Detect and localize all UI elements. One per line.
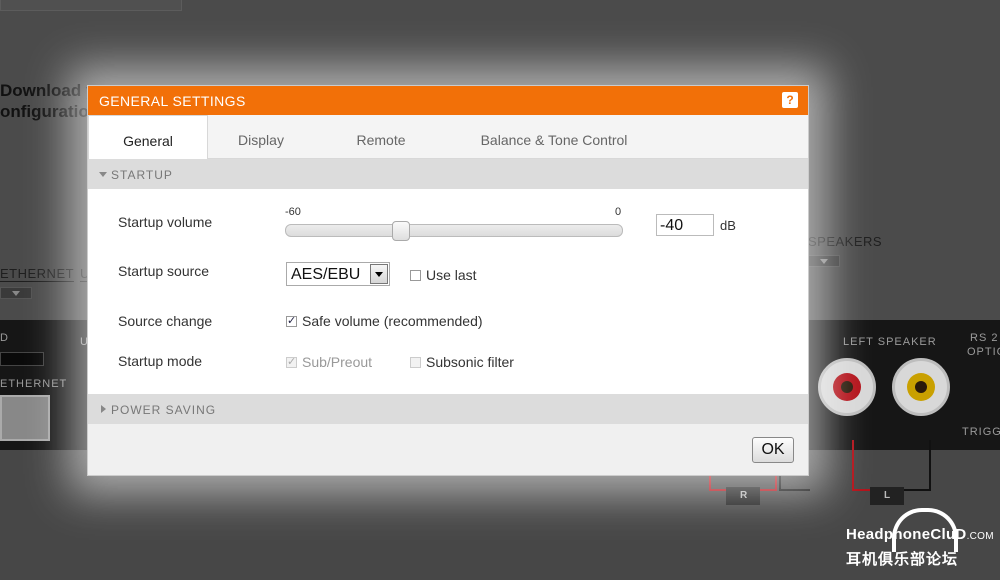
tab-remote[interactable]: Remote [326, 115, 436, 158]
slider-max-label: 0 [615, 206, 622, 218]
safe-volume-checkbox[interactable] [286, 314, 297, 327]
speaker-l-letter: L [884, 490, 891, 501]
help-icon[interactable]: ? [782, 92, 798, 108]
dialog-footer: OK [88, 424, 808, 475]
startup-source-value: AES/EBU [291, 266, 361, 283]
startup-volume-label: Startup volume [118, 214, 213, 230]
left-speaker-icon: L [870, 487, 904, 505]
speaker-r-letter: R [740, 490, 748, 501]
slider-thumb[interactable] [391, 221, 410, 241]
watermark-suffix: .COM [966, 531, 994, 542]
startup-volume-slider[interactable] [285, 224, 623, 237]
use-last-label: Use last [426, 267, 477, 283]
ethernet-label-top: ETHERNET [0, 266, 75, 282]
d-label: D [0, 332, 9, 344]
ethernet-slot [0, 352, 44, 366]
tab-balance-tone-control[interactable]: Balance & Tone Control [458, 115, 650, 158]
ok-button[interactable]: OK [752, 437, 794, 463]
tab-display[interactable]: Display [206, 115, 316, 158]
watermark-top: HeadphoneCluD.COM [846, 526, 994, 543]
collapse-arrow-icon [99, 172, 107, 177]
volume-unit-label: dB [720, 218, 736, 233]
watermark-logo: HeadphoneCluD.COM 耳机俱乐部论坛 [842, 508, 1000, 576]
power-saving-section-header[interactable]: POWER SAVING [88, 394, 808, 424]
subsonic-filter-label: Subsonic filter [426, 354, 514, 370]
watermark-chinese: 耳机俱乐部论坛 [846, 551, 959, 568]
trigg-label: TRIGG [962, 426, 1000, 438]
general-settings-dialog: GENERAL SETTINGS ? General Display Remot… [87, 85, 809, 476]
safe-volume-label: Safe volume (recommended) [302, 313, 483, 329]
speaker-jack-red [818, 358, 876, 416]
startup-volume-input[interactable]: -40 [656, 214, 714, 236]
watermark-site-name: HeadphoneCluD [846, 526, 967, 543]
dialog-title: GENERAL SETTINGS [99, 93, 246, 109]
source-change-label: Source change [118, 313, 213, 329]
use-last-checkbox[interactable] [410, 270, 421, 281]
sub-preout-label: Sub/Preout [302, 354, 373, 370]
speaker-jack-gold [892, 358, 950, 416]
settings-tabs: General Display Remote Balance & Tone Co… [88, 115, 808, 160]
speakers-label: SPEAKERS [808, 234, 883, 249]
subsonic-filter-checkbox[interactable] [410, 357, 421, 368]
ethernet-label-bottom: ETHERNET [0, 378, 68, 390]
expand-arrow-icon [101, 405, 106, 413]
chevron-down-icon[interactable] [370, 264, 388, 284]
ethernet-dropdown[interactable] [0, 287, 32, 299]
background-top-box [0, 0, 182, 11]
tab-general[interactable]: General [88, 115, 208, 160]
startup-source-select[interactable]: AES/EBU [286, 262, 390, 286]
optic-label: OPTIC [967, 346, 1000, 358]
sub-preout-checkbox[interactable] [286, 355, 297, 368]
startup-section-header[interactable]: STARTUP [88, 159, 808, 189]
startup-mode-label: Startup mode [118, 353, 203, 369]
ethernet-port-icon [0, 395, 50, 441]
rs-label: RS 2 [970, 332, 999, 344]
right-speaker-icon: R [726, 487, 760, 505]
dialog-titlebar: GENERAL SETTINGS ? [88, 86, 808, 115]
left-speaker-label: LEFT SPEAKER [843, 336, 937, 348]
speakers-dropdown[interactable] [808, 255, 840, 267]
slider-min-label: -60 [285, 206, 301, 218]
startup-source-label: Startup source [118, 263, 210, 279]
power-saving-header-label: POWER SAVING [111, 403, 217, 417]
startup-header-label: STARTUP [111, 168, 173, 182]
